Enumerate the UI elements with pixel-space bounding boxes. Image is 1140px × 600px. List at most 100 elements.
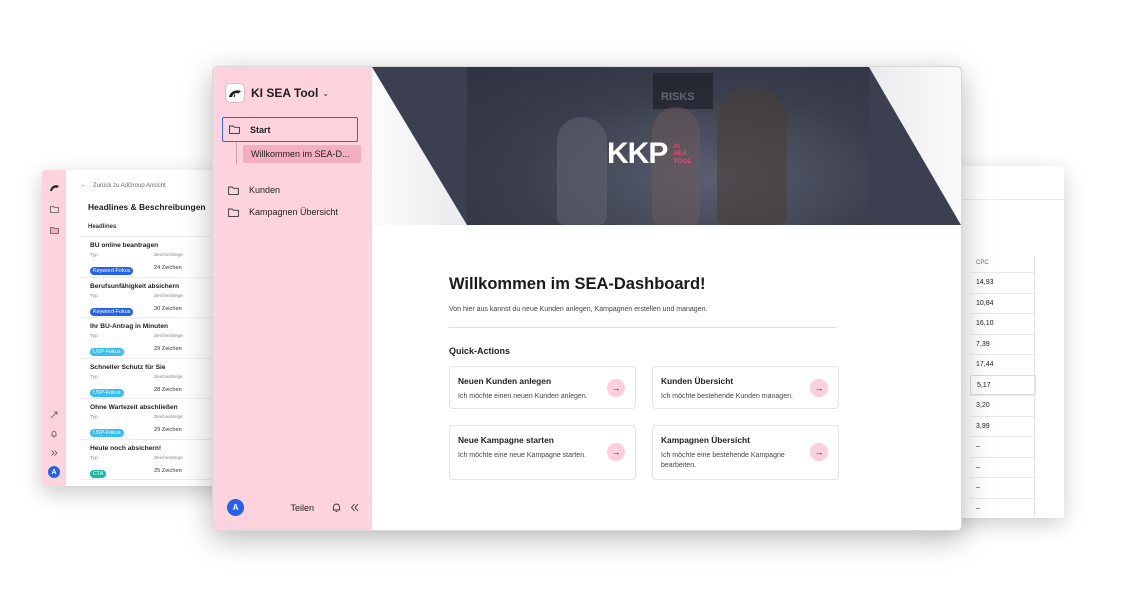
sidebar-item-campaigns[interactable]: Kampagnen Übersicht: [213, 201, 372, 223]
page-title: Willkommen im SEA-Dashboard!: [449, 275, 706, 293]
length-value: 24 Zeichen: [154, 265, 182, 271]
sidebar: KI SEA Tool ⌄ Start Willkommen im SEA-D.…: [213, 67, 372, 530]
tree-line: [236, 142, 237, 164]
type-label: Typ: [90, 374, 98, 380]
quick-action-title: Kunden Übersicht: [661, 376, 734, 386]
table-row: 3,20: [970, 395, 1036, 416]
hero-corner-left: [372, 67, 467, 225]
table-row: 17,44: [970, 354, 1036, 375]
quick-action-desc: Ich möchte einen neuen Kunden anlegen.: [458, 393, 588, 400]
app-logo-icon: [225, 83, 245, 103]
type-label: Typ: [90, 415, 98, 420]
arrow-right-icon[interactable]: →: [810, 443, 828, 461]
hero-corner-right: [869, 67, 961, 225]
length-label: Zeichenlänge: [154, 415, 183, 420]
quick-action-title: Neue Kampagne starten: [458, 435, 554, 445]
sidebar-item-label: Start: [250, 124, 271, 135]
left-rail-bottom: A: [42, 409, 66, 478]
quick-action-title: Kampagnen Übersicht: [661, 435, 750, 445]
hero-banner: RISKS KKP AI SEA TOOL: [372, 67, 961, 225]
sidebar-item-label: Kunden: [249, 185, 281, 195]
page-description: Von hier aus kannst du neue Kunden anleg…: [449, 306, 708, 313]
type-badge: Keyword-Fokus: [90, 267, 134, 276]
avatar[interactable]: A: [48, 466, 60, 478]
workspace-name: KI SEA Tool: [251, 86, 319, 100]
sidebar-item-start[interactable]: Start: [222, 117, 358, 142]
arrow-left-icon: ←: [80, 182, 87, 189]
cpc-value: 17,44: [976, 361, 994, 368]
quick-action-new-campaign[interactable]: Neue Kampagne starten Ich möchte eine ne…: [449, 425, 636, 480]
table-row: –: [970, 436, 1036, 457]
welcome-section: Willkommen im SEA-Dashboard! Von hier au…: [372, 225, 961, 480]
arrow-right-icon[interactable]: →: [607, 443, 625, 461]
table-row: 10,84: [970, 292, 1036, 314]
quick-action-desc: Ich möchte eine neue Kampagne starten.: [458, 452, 587, 459]
table-row: 7,39: [970, 333, 1036, 355]
folder-icon[interactable]: [48, 224, 60, 236]
folder-icon[interactable]: [48, 203, 60, 215]
length-value: 30 Zeichen: [154, 305, 182, 312]
workspace-switcher[interactable]: KI SEA Tool ⌄: [213, 83, 372, 103]
table-row: –: [970, 477, 1036, 498]
length-value: 29 Zeichen: [154, 427, 182, 433]
main-content: RISKS KKP AI SEA TOOL Willkommen im SEA-…: [372, 67, 961, 530]
cpc-value: 3,20: [976, 402, 990, 409]
sidebar-subitem-welcome[interactable]: Willkommen im SEA-D...: [243, 145, 361, 163]
logo-subtitle: AI SEA TOOL: [673, 142, 692, 165]
bell-icon[interactable]: [48, 428, 60, 440]
chevron-down-icon: ⌄: [322, 88, 330, 98]
type-badge: Keyword-Fokus: [90, 307, 134, 316]
quick-action-new-customer[interactable]: Neuen Kunden anlegen Ich möchte einen ne…: [449, 366, 636, 409]
share-icon[interactable]: [48, 409, 60, 421]
length-label: Zeichenlänge: [154, 253, 183, 258]
table-row: –: [970, 456, 1036, 478]
logo-wordmark: KKP: [607, 137, 668, 170]
type-label: Typ: [90, 293, 98, 299]
cpc-value: –: [976, 463, 980, 471]
avatar[interactable]: A: [227, 499, 244, 516]
arrow-right-icon[interactable]: →: [607, 379, 625, 397]
divider: [449, 327, 837, 328]
share-button[interactable]: Teilen: [290, 503, 314, 513]
length-label: Zeichenlänge: [154, 374, 183, 380]
type-label: Typ: [90, 334, 98, 339]
cpc-value: 10,84: [976, 299, 994, 307]
folder-icon: [228, 185, 239, 195]
collapse-sidebar-icon[interactable]: [348, 502, 360, 514]
kkp-logo: KKP AI SEA TOOL: [607, 137, 692, 171]
sidebar-footer: A Teilen: [227, 499, 360, 516]
length-value: 28 Zeichen: [154, 386, 182, 393]
expand-icon[interactable]: [48, 447, 60, 459]
table-row: 3,99: [970, 415, 1036, 437]
quick-action-campaign-overview[interactable]: Kampagnen Übersicht Ich möchte eine best…: [652, 425, 839, 480]
cpc-column-header: CPC: [976, 260, 989, 266]
table-row: 16,10: [970, 313, 1036, 334]
table-row[interactable]: ⌄5,17: [958, 374, 1036, 395]
table-row: 14,93: [970, 272, 1036, 293]
type-badge: USP-Fokus: [90, 348, 124, 357]
app-logo-icon: [48, 182, 60, 194]
sidebar-item-label: Kampagnen Übersicht: [249, 207, 339, 217]
sidebar-subitem-group: Willkommen im SEA-D...: [233, 142, 372, 171]
hero-sign-text: RISKS: [661, 91, 695, 103]
table-row: –: [970, 497, 1036, 519]
type-badge: USP-Fokus: [90, 429, 124, 438]
bell-icon[interactable]: [330, 502, 342, 514]
quick-action-customer-overview[interactable]: Kunden Übersicht Ich möchte bestehende K…: [652, 366, 839, 409]
arrow-right-icon[interactable]: →: [810, 379, 828, 397]
cpc-table: CPC 14,93 10,84 16,10 7,39 17,44 ⌄5,17 3,20 3,9…: [958, 256, 1036, 519]
quick-actions-grid: Neuen Kunden anlegen Ich möchte einen ne…: [449, 366, 961, 480]
cpc-value: 7,39: [976, 340, 990, 348]
quick-action-desc: Ich möchte bestehende Kunden managen.: [661, 393, 793, 400]
sidebar-item-customers[interactable]: Kunden: [213, 179, 372, 201]
back-link-label: Zurück zu AdGroup Ansicht: [93, 182, 166, 189]
length-label: Zeichenlänge: [154, 455, 183, 461]
cpc-value: –: [976, 484, 980, 491]
cpc-value: –: [976, 504, 980, 512]
hero-sign: RISKS: [653, 73, 713, 109]
cpc-value: 14,93: [976, 279, 994, 286]
sea-dashboard-window: KI SEA Tool ⌄ Start Willkommen im SEA-D.…: [212, 66, 962, 531]
type-badge: USP-Fokus: [90, 388, 124, 397]
folder-icon: [228, 207, 239, 217]
length-value: 29 Zeichen: [154, 346, 182, 352]
